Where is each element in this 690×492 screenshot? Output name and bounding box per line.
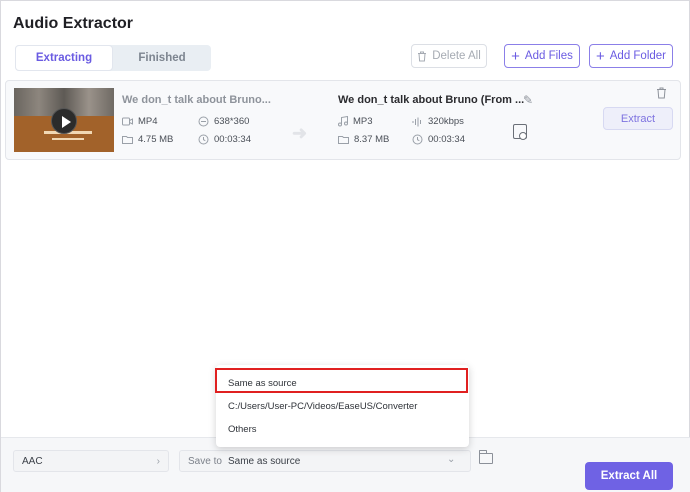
source-duration: 00:03:34: [198, 134, 251, 145]
plus-icon: +: [511, 47, 520, 65]
highlight-box: [215, 368, 468, 393]
audio-extractor-window: Audio Extractor Extracting Finished Dele…: [0, 0, 690, 492]
tab-extracting[interactable]: Extracting: [15, 45, 113, 71]
play-icon[interactable]: [51, 108, 77, 134]
source-file-name: We don_t talk about Bruno...: [122, 94, 271, 106]
arrow-right-icon: ➜: [292, 123, 308, 143]
delete-all-label: Delete All: [432, 50, 481, 62]
folder-icon: [338, 136, 349, 144]
dropdown-option-converter-folder[interactable]: C:/Users/User-PC/Videos/EaseUS/Converter: [228, 401, 417, 412]
clock-icon: [412, 134, 423, 145]
folder-icon: [122, 136, 133, 144]
page-title: Audio Extractor: [13, 15, 134, 32]
output-duration: 00:03:34: [412, 134, 465, 145]
video-thumbnail[interactable]: [14, 88, 114, 152]
output-format: MP3: [338, 116, 373, 127]
output-settings-icon[interactable]: [513, 124, 527, 140]
save-location-select[interactable]: [179, 450, 471, 472]
source-resolution: 638*360: [198, 116, 249, 127]
save-to-label: Save to: [188, 456, 222, 467]
output-size: 8.37 MB: [338, 134, 389, 145]
resolution-icon: [198, 116, 209, 127]
tab-finished[interactable]: Finished: [113, 45, 211, 71]
source-format: MP4: [122, 116, 158, 127]
delete-file-icon[interactable]: [656, 87, 667, 102]
edit-icon[interactable]: ✎: [523, 93, 533, 107]
delete-all-button[interactable]: Delete All: [411, 44, 487, 68]
source-size: 4.75 MB: [122, 134, 173, 145]
open-folder-icon[interactable]: [478, 450, 493, 464]
dropdown-option-others[interactable]: Others: [228, 424, 257, 435]
video-icon: [122, 117, 133, 126]
add-files-button[interactable]: + Add Files: [504, 44, 580, 68]
add-folder-label: Add Folder: [609, 50, 667, 62]
add-folder-button[interactable]: + Add Folder: [589, 44, 673, 68]
plus-icon: +: [595, 47, 605, 65]
music-icon: [338, 116, 348, 127]
add-files-label: Add Files: [524, 50, 573, 62]
extract-button[interactable]: Extract: [603, 107, 673, 130]
extract-all-button[interactable]: Extract All: [585, 462, 673, 490]
file-row: We don_t talk about Bruno... MP4 638*360…: [5, 80, 681, 160]
thumbnail-text-line: [52, 138, 84, 140]
output-bitrate: 320kbps: [412, 116, 464, 127]
chevron-right-icon: ›: [156, 455, 160, 467]
output-file-name: We don_t talk about Bruno (From ...: [338, 94, 525, 106]
tab-bar: Extracting Finished: [15, 45, 211, 71]
bitrate-icon: [412, 117, 421, 126]
save-to-value: Same as source: [228, 456, 301, 467]
clock-icon: [198, 134, 209, 145]
chevron-down-icon[interactable]: ⌄: [447, 454, 455, 465]
output-format-select[interactable]: AAC ›: [13, 450, 169, 472]
trash-icon: [418, 51, 427, 61]
